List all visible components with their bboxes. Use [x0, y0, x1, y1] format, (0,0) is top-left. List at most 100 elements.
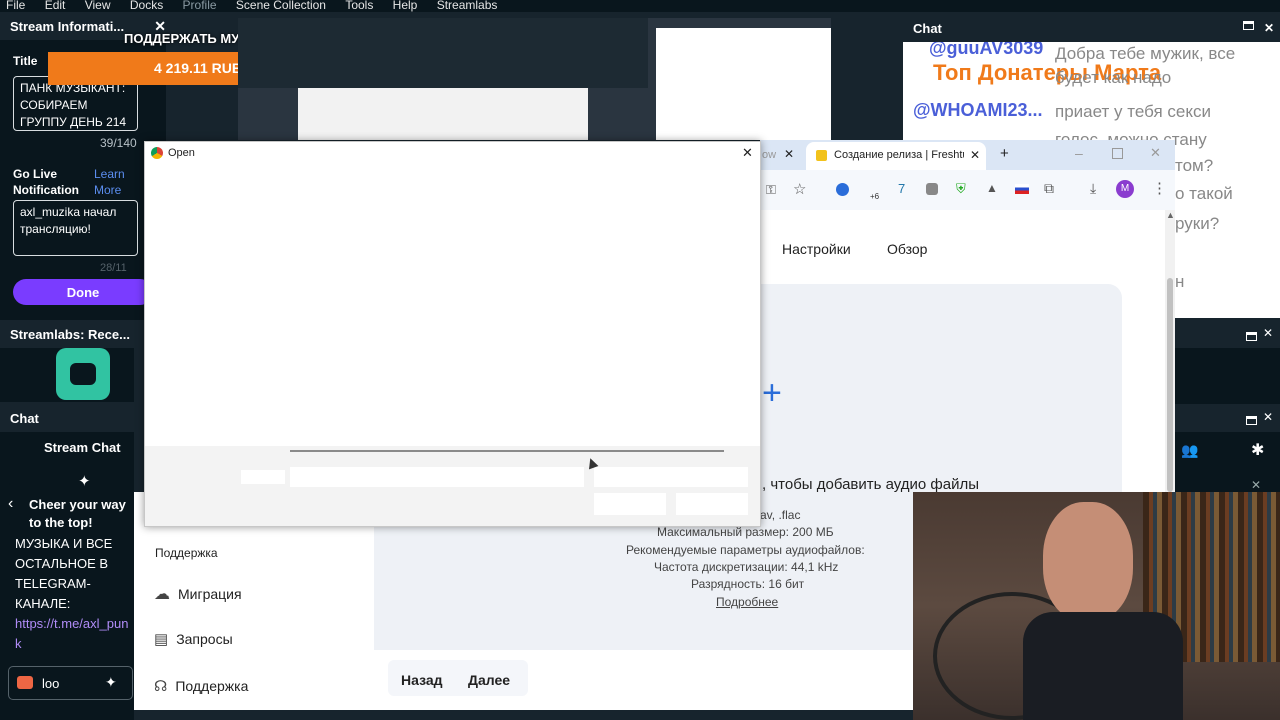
upload-sample-rate: Частота дискретизации: 44,1 kHz [654, 560, 839, 574]
learn-more-link[interactable]: Learn More [94, 166, 134, 198]
chat-input[interactable]: loo ✦ [8, 666, 133, 700]
open-dialog: Open ✕ [144, 141, 761, 527]
notification-input[interactable]: axl_muzika начал трансляцию! [13, 200, 138, 256]
key-icon[interactable]: ⚿ [766, 182, 776, 198]
sidebar-item-requests[interactable]: ▤ Запросы [154, 630, 233, 648]
filename-input[interactable] [290, 467, 584, 487]
menu-view[interactable]: View [85, 0, 111, 12]
recent-dock: Streamlabs: Rece... [0, 320, 134, 402]
menu-scene-collection[interactable]: Scene Collection [236, 0, 326, 12]
scrollbar[interactable]: ▲ [1165, 210, 1175, 492]
chat-left-header: Chat [0, 404, 134, 432]
person-body [1023, 612, 1183, 720]
cloud-icon: ☁ [154, 586, 170, 603]
footer-bar: Назад Далее [374, 650, 913, 710]
chat-left-dock: Chat Stream Chat ✦ ‹ Cheer your way to t… [0, 404, 134, 720]
browser-window: ow ✕ Создание релиза | Freshtune ✕ + – ✕… [760, 140, 1175, 492]
flag-icon[interactable] [1015, 184, 1029, 194]
add-plus-icon[interactable]: + [762, 376, 782, 410]
preview-nested-chat [656, 28, 831, 140]
menu-tools[interactable]: Tools [345, 0, 373, 12]
extension-icon[interactable]: 7 [898, 181, 905, 196]
nav-settings[interactable]: Настройки [782, 241, 851, 257]
maximize-icon[interactable] [1112, 148, 1123, 159]
popout-icon[interactable] [1246, 412, 1257, 430]
chat-msg-6: о такой [1175, 184, 1233, 203]
nav-overview[interactable]: Обзор [887, 241, 927, 257]
close-icon[interactable]: ✕ [1263, 410, 1273, 424]
cheer-icon[interactable]: ✦ [105, 674, 117, 691]
dialog-divider [290, 450, 724, 452]
dialog-close-icon[interactable]: ✕ [742, 145, 753, 161]
menu-streamlabs[interactable]: Streamlabs [437, 0, 498, 12]
menu-bar: File Edit View Docks Profile Scene Colle… [0, 0, 1280, 12]
headset-icon: ☊ [154, 678, 168, 695]
browser-toolbar: ⚿ ☆ +6 7 ⛨ ▲ ⧉ ⤓ M ⋮ [760, 170, 1175, 210]
title-label: Title [13, 54, 38, 68]
open-button[interactable] [594, 493, 666, 515]
preview-nested-window [238, 18, 648, 88]
notification-char-count: 28/11 [100, 262, 127, 274]
chat-top-user: @guuAV3039 [929, 42, 1044, 58]
window-close-icon[interactable]: ✕ [1150, 145, 1161, 161]
close-tab-icon[interactable]: ✕ [970, 148, 980, 162]
chat-message: МУЗЫКА И ВСЕ ОСТАЛЬНОЕ В TELEGRAM-КАНАЛЕ… [15, 536, 113, 611]
recent-header: Streamlabs: Rece... [0, 320, 134, 348]
sidebar-support-top[interactable]: Поддержка [155, 546, 218, 560]
close-icon[interactable]: ✕ [1263, 326, 1273, 340]
star-icon[interactable]: ☆ [793, 180, 806, 198]
chat-input-value: loo [42, 676, 60, 691]
chat-msg-7: руки? [1175, 214, 1220, 233]
webcam-feed [913, 492, 1280, 720]
extension-icon[interactable] [926, 183, 938, 195]
close-tab-icon[interactable]: ✕ [784, 147, 794, 161]
chat-msg-3: приает у тебя секси [1055, 102, 1211, 121]
sidebar-item-support[interactable]: ☊ Поддержка [154, 677, 248, 695]
sidebar-support-label: Поддержка [175, 678, 249, 694]
new-tab-icon[interactable]: + [1000, 145, 1009, 162]
chat-msg-5: том? [1175, 156, 1214, 175]
back-button[interactable]: Назад [401, 672, 443, 688]
bell-icon[interactable]: ▲ [986, 181, 998, 195]
upload-instruction: , чтобы добавить аудио файлы [762, 476, 980, 492]
popout-icon[interactable] [1242, 21, 1254, 30]
filetype-select[interactable] [594, 467, 748, 487]
close-icon[interactable]: ✕ [1251, 478, 1261, 492]
menu-dots-icon[interactable]: ⋮ [1152, 179, 1167, 197]
menu-profile[interactable]: Profile [183, 0, 217, 12]
menu-edit[interactable]: Edit [45, 0, 66, 12]
minimize-icon[interactable]: – [1075, 145, 1083, 161]
puzzle-icon[interactable]: ⧉ [1044, 180, 1054, 197]
close-icon[interactable]: ✕ [1264, 21, 1274, 35]
chrome-icon [151, 147, 163, 159]
menu-file[interactable]: File [6, 0, 25, 12]
download-icon[interactable]: ⤓ [1090, 180, 1096, 197]
person-head [1043, 502, 1133, 622]
chat-msg-2: будет как надо [1055, 68, 1172, 87]
donor-name: @WHOAMI23... [913, 100, 1043, 120]
tab-partial-title[interactable]: ow [762, 149, 776, 161]
sidebar-item-migration[interactable]: ☁ Миграция [154, 584, 242, 604]
menu-docks[interactable]: Docks [130, 0, 163, 12]
upload-dropzone[interactable]: + , чтобы добавить аудио файлы [760, 284, 1122, 492]
scrollbar-thumb[interactable] [1167, 278, 1173, 492]
scroll-up-icon[interactable]: ▲ [1166, 210, 1175, 220]
back-chevron-icon[interactable]: ‹ [8, 495, 13, 513]
chat-link[interactable]: https://t.me/axl_punk [15, 614, 133, 654]
popout-icon[interactable] [1246, 328, 1257, 346]
next-button[interactable]: Далее [468, 672, 510, 688]
shield-icon[interactable]: ⛨ [956, 181, 966, 197]
cancel-button[interactable] [676, 493, 748, 515]
active-tab[interactable]: Создание релиза | Freshtune ✕ [806, 142, 986, 170]
chat-left-title: Chat [10, 410, 39, 426]
dialog-title: Open [168, 147, 195, 159]
title-char-count: 39/140 [100, 136, 137, 150]
users-icon[interactable]: 👥 [1181, 442, 1198, 459]
settings-icon[interactable]: ✱ [1251, 440, 1264, 460]
done-button[interactable]: Done [13, 279, 153, 305]
profile-avatar[interactable]: M [1116, 180, 1134, 198]
extension-icon[interactable] [836, 183, 849, 196]
document-icon: ▤ [154, 631, 169, 648]
more-link[interactable]: Подробнее [716, 595, 778, 609]
menu-help[interactable]: Help [393, 0, 418, 12]
